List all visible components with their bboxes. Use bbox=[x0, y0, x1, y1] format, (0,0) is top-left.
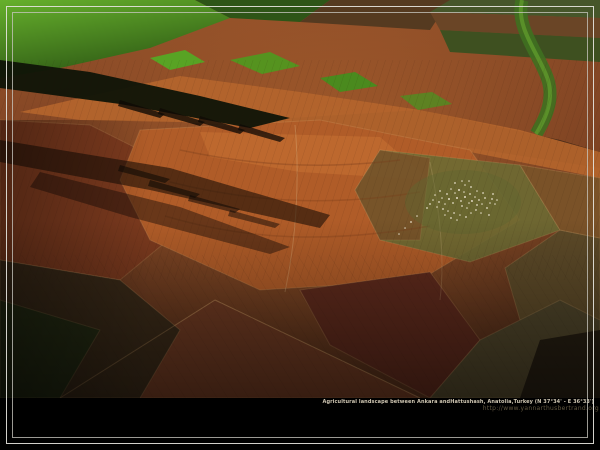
aerial-photo bbox=[0, 0, 600, 398]
vignette bbox=[0, 0, 600, 398]
caption-url: http://www.yannarthusbertrand.org bbox=[322, 405, 599, 413]
photo-caption: Agricultural landscape between Ankara an… bbox=[322, 399, 594, 413]
photo-card: Agricultural landscape between Ankara an… bbox=[0, 0, 600, 450]
